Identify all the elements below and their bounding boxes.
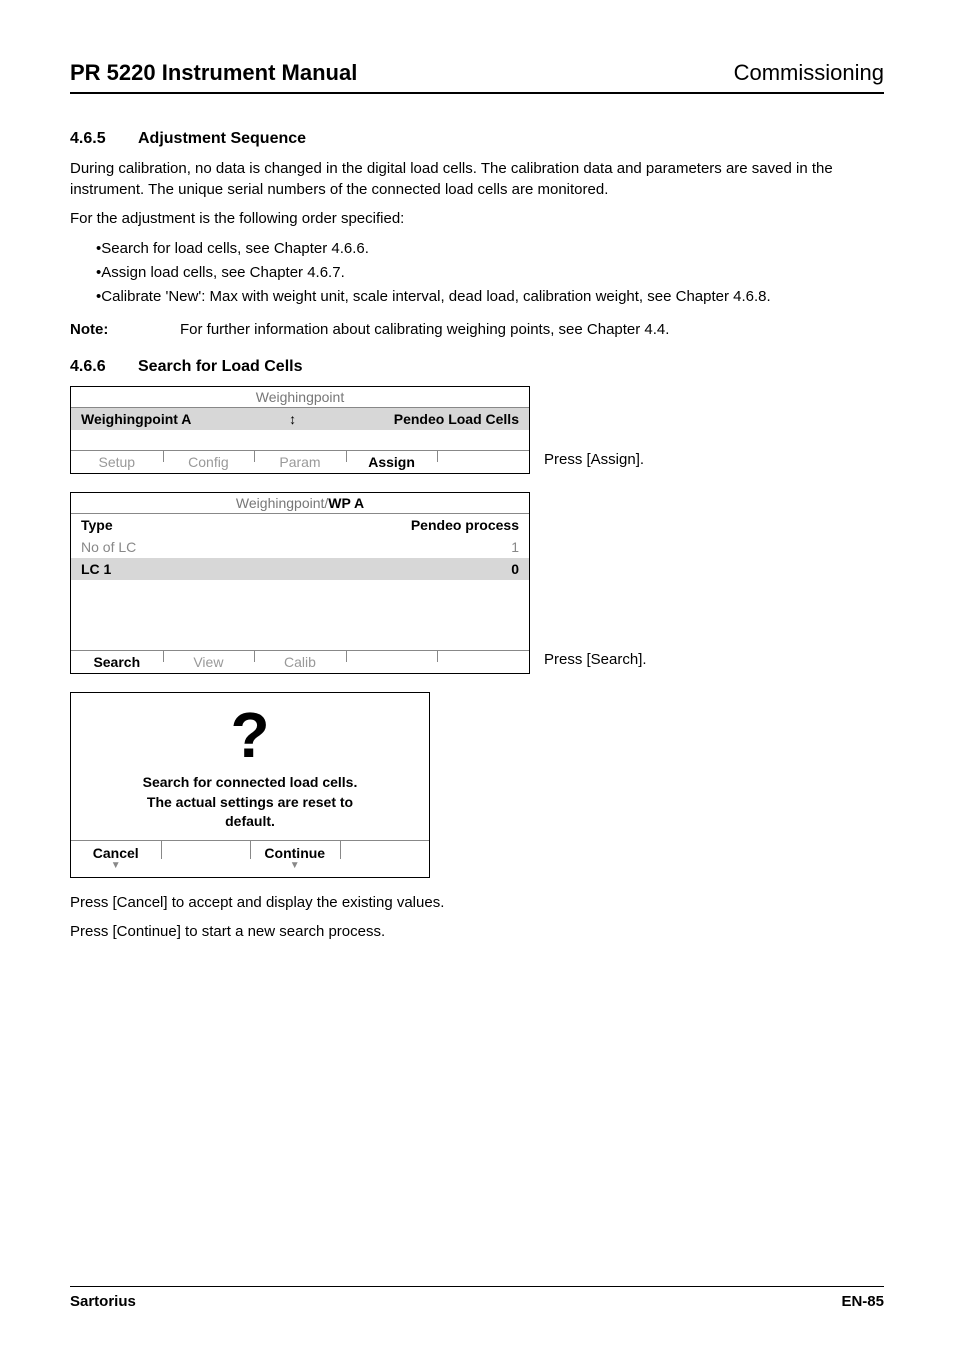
- note-row: Note: For further information about cali…: [70, 321, 884, 338]
- row-value: 1: [511, 539, 519, 555]
- title-strong-part: WP A: [328, 495, 364, 511]
- section-title: Search for Load Cells: [138, 358, 303, 376]
- param-button[interactable]: Param: [254, 451, 346, 473]
- list-item: Calibrate 'New': Max with weight unit, s…: [70, 285, 884, 309]
- softkey-bar: Search View Calib: [71, 650, 529, 673]
- row-label: No of LC: [81, 539, 136, 555]
- dialog-footer: Cancel ▼ Continue ▼: [71, 840, 429, 877]
- question-icon: ?: [71, 693, 429, 773]
- down-triangle-icon: ▼: [250, 861, 340, 875]
- screen-row-2: Weighingpoint/WP A Type Pendeo process N…: [70, 492, 884, 674]
- screen-title: Weighingpoint: [71, 387, 529, 408]
- calib-button[interactable]: Calib: [254, 651, 346, 673]
- paragraph: For the adjustment is the following orde…: [70, 208, 884, 229]
- row-label: LC 1: [81, 561, 111, 577]
- title-gray-part: Weighingpoint/: [236, 495, 328, 511]
- paragraph: Press [Continue] to start a new search p…: [70, 921, 884, 942]
- screen-title: Weighingpoint/WP A: [71, 493, 529, 514]
- config-button[interactable]: Config: [163, 451, 255, 473]
- cancel-button[interactable]: Cancel ▼: [71, 841, 161, 877]
- paragraph: During calibration, no data is changed i…: [70, 158, 884, 200]
- weighingpoint-row[interactable]: Weighingpoint A ↕ Pendeo Load Cells: [71, 408, 529, 430]
- footer-brand: Sartorius: [70, 1293, 136, 1310]
- continue-label: Continue: [264, 845, 325, 861]
- empty-row: [71, 430, 529, 450]
- chapter-title: Commissioning: [734, 60, 884, 86]
- empty-button: [161, 841, 251, 877]
- section-number: 4.6.5: [70, 130, 120, 148]
- note-text: For further information about calibratin…: [180, 321, 669, 338]
- confirm-dialog: ? Search for connected load cells. The a…: [70, 692, 430, 878]
- dialog-line: The actual settings are reset to: [91, 793, 409, 813]
- updown-icon: ↕: [289, 411, 296, 427]
- page-content: 4.6.5 Adjustment Sequence During calibra…: [70, 118, 884, 1286]
- paragraph: Press [Cancel] to accept and display the…: [70, 892, 884, 913]
- bullet-list: Search for load cells, see Chapter 4.6.6…: [70, 237, 884, 309]
- type-row[interactable]: Type Pendeo process: [71, 514, 529, 536]
- section-heading-466: 4.6.6 Search for Load Cells: [70, 358, 884, 376]
- dialog-line: Search for connected load cells.: [91, 773, 409, 793]
- search-button[interactable]: Search: [71, 651, 163, 673]
- section-heading-465: 4.6.5 Adjustment Sequence: [70, 130, 884, 148]
- softkey-bar: Setup Config Param Assign: [71, 450, 529, 473]
- device-screen-weighingpoint: Weighingpoint Weighingpoint A ↕ Pendeo L…: [70, 386, 530, 474]
- continue-button[interactable]: Continue ▼: [250, 841, 340, 877]
- screen-row-1: Weighingpoint Weighingpoint A ↕ Pendeo L…: [70, 386, 884, 474]
- no-of-lc-row[interactable]: No of LC 1: [71, 536, 529, 558]
- dialog-line: default.: [91, 812, 409, 832]
- lc1-row[interactable]: LC 1 0: [71, 558, 529, 580]
- screen-caption: Press [Assign].: [544, 451, 644, 474]
- row-value: Pendeo process: [411, 517, 519, 533]
- section-number: 4.6.6: [70, 358, 120, 376]
- view-button[interactable]: View: [163, 651, 255, 673]
- weighingpoint-value: Pendeo Load Cells: [394, 411, 519, 427]
- device-screen-wp-a: Weighingpoint/WP A Type Pendeo process N…: [70, 492, 530, 674]
- note-label: Note:: [70, 321, 130, 338]
- assign-button[interactable]: Assign: [346, 451, 438, 473]
- empty-button: [346, 651, 438, 673]
- screen-caption: Press [Search].: [544, 651, 647, 674]
- down-triangle-icon: ▼: [71, 861, 161, 875]
- empty-button: [437, 651, 529, 673]
- page-header: PR 5220 Instrument Manual Commissioning: [70, 60, 884, 94]
- empty-area: [71, 580, 529, 650]
- weighingpoint-label: Weighingpoint A: [81, 411, 191, 427]
- row-value: 0: [511, 561, 519, 577]
- setup-button[interactable]: Setup: [71, 451, 163, 473]
- dialog-message: Search for connected load cells. The act…: [71, 773, 429, 840]
- row-label: Type: [81, 517, 113, 533]
- section-title: Adjustment Sequence: [138, 130, 306, 148]
- manual-title: PR 5220 Instrument Manual: [70, 60, 357, 86]
- list-item: Assign load cells, see Chapter 4.6.7.: [70, 261, 884, 285]
- empty-button: [340, 841, 430, 877]
- footer-page: EN-85: [841, 1293, 884, 1310]
- page-footer: Sartorius EN-85: [70, 1286, 884, 1310]
- empty-button: [437, 451, 529, 473]
- list-item: Search for load cells, see Chapter 4.6.6…: [70, 237, 884, 261]
- cancel-label: Cancel: [93, 845, 139, 861]
